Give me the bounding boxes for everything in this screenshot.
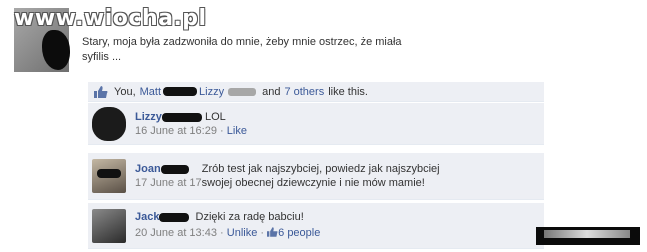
post-text-line: syfilis ... — [82, 51, 122, 63]
likes-and: and — [262, 85, 281, 98]
comment-jack: Jack Dzięki za radę babciu! 20 June at 1… — [88, 203, 544, 249]
redaction-scribble — [159, 212, 190, 222]
likes-you: You, — [114, 85, 136, 98]
comment-time[interactable]: 16 June at 16:29 — [135, 125, 217, 137]
comment-likes-link[interactable]: 6 people — [278, 227, 320, 239]
comment-text: Dzięki za radę babciu! — [195, 211, 304, 223]
comment-joan: Joan Zrób test jak najszybciej, powiedz … — [88, 153, 544, 200]
commenter-avatar[interactable] — [92, 159, 126, 193]
redaction-scribble — [163, 87, 198, 96]
redaction-blur — [228, 87, 257, 96]
sunglasses-icon — [97, 169, 121, 178]
corner-logo — [536, 227, 640, 245]
comment-body: Lizzy LOL 16 June at 16:29 · Like — [135, 110, 247, 138]
comment-text: LOL — [204, 111, 226, 123]
watermark: www.wiocha.pl — [14, 6, 207, 31]
likes-lizzy-link[interactable]: Lizzy — [199, 86, 224, 98]
likes-suffix: like this. — [328, 85, 368, 98]
post-text: Stary, moja była zadzwoniła do mnie, żeb… — [82, 35, 412, 65]
comment-text-line: Zrób test jak najszybciej, powiedz jak n… — [201, 163, 440, 175]
comment-text-line: swojej obecnej dziewczynie i nie mów mam… — [201, 177, 425, 189]
comment-body: Joan Zrób test jak najszybciej, powiedz … — [135, 162, 440, 190]
redaction-scribble — [160, 164, 189, 174]
redaction-scribble — [161, 112, 202, 122]
likes-matt-link[interactable]: Matt — [140, 86, 161, 98]
commenter-name-link[interactable]: Lizzy — [135, 111, 162, 123]
comment-body: Jack Dzięki za radę babciu! 20 June at 1… — [135, 210, 320, 240]
commenter-avatar[interactable] — [92, 209, 126, 243]
commenter-name-link[interactable]: Joan — [135, 163, 161, 175]
like-link[interactable]: Like — [227, 125, 247, 137]
meta-separator: · — [260, 227, 265, 239]
unlike-link[interactable]: Unlike — [227, 227, 258, 239]
comment-time[interactable]: 17 June at 17 — [135, 177, 202, 189]
thumbs-up-icon — [267, 227, 278, 237]
likes-bar: You, Matt Lizzy and 7 others like this. — [88, 82, 544, 102]
meta-separator: · — [220, 227, 224, 239]
post-text-line: Stary, moja była zadzwoniła do mnie, żeb… — [82, 36, 402, 48]
commenter-name-link[interactable]: Jack — [135, 211, 159, 223]
thumbs-up-icon — [94, 85, 108, 98]
commenter-avatar[interactable] — [92, 107, 126, 141]
meta-separator: · — [220, 125, 224, 137]
comment-lizzy: Lizzy LOL 16 June at 16:29 · Like — [88, 103, 544, 145]
likes-others-link[interactable]: 7 others — [284, 86, 324, 98]
comment-time[interactable]: 20 June at 13:43 — [135, 227, 217, 239]
